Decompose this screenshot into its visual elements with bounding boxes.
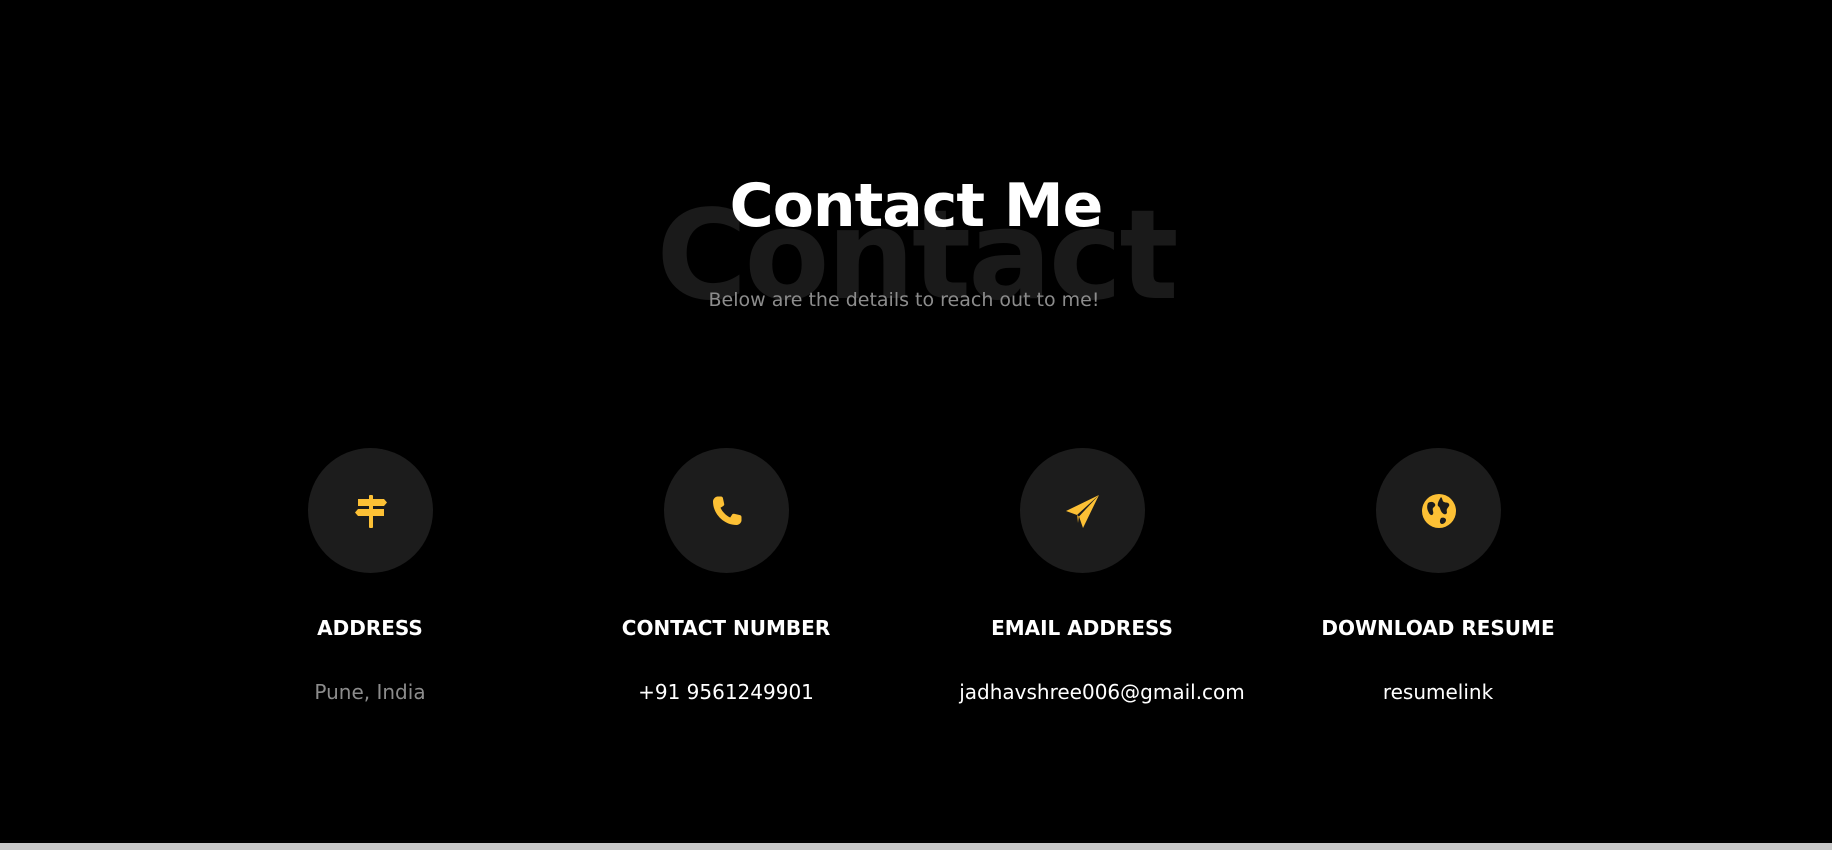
- signpost-icon-graphic: [354, 494, 387, 528]
- phone-link[interactable]: +91 9561249901: [548, 678, 904, 706]
- contact-card-phone: CONTACT NUMBER +91 9561249901: [548, 448, 904, 728]
- page-subtitle: Below are the details to reach out to me…: [708, 289, 1100, 311]
- email-link[interactable]: jadhavshree006@gmail.com: [924, 678, 1280, 706]
- resume-label: DOWNLOAD RESUME: [1321, 616, 1555, 640]
- address-label: ADDRESS: [317, 616, 423, 640]
- email-label: EMAIL ADDRESS: [991, 616, 1173, 640]
- contact-card-email: EMAIL ADDRESS jadhavshree006@gmail.com: [904, 448, 1260, 728]
- contact-cards: ADDRESS Pune, India CONTACT NUMBER +91 9…: [0, 448, 1832, 728]
- horizontal-scrollbar[interactable]: [0, 843, 1832, 850]
- signpost-icon: [308, 448, 433, 573]
- phone-label: CONTACT NUMBER: [621, 616, 831, 640]
- contact-card-address: ADDRESS Pune, India: [192, 448, 548, 728]
- contact-card-resume: DOWNLOAD RESUME resumelink: [1260, 448, 1616, 728]
- contact-section: Contact Contact Me Below are the details…: [0, 0, 1832, 850]
- globe-icon-graphic: [1421, 493, 1456, 528]
- section-heading: Contact Contact Me Below are the details…: [0, 160, 1832, 320]
- paper-plane-icon: [1020, 448, 1145, 573]
- page-title: Contact Me: [729, 171, 1104, 241]
- phone-icon-graphic: [712, 496, 741, 525]
- phone-icon: [664, 448, 789, 573]
- globe-icon: [1376, 448, 1501, 573]
- resume-link[interactable]: resumelink: [1260, 678, 1616, 706]
- paper-plane-icon-graphic: [1065, 494, 1099, 528]
- address-value: Pune, India: [314, 680, 426, 704]
